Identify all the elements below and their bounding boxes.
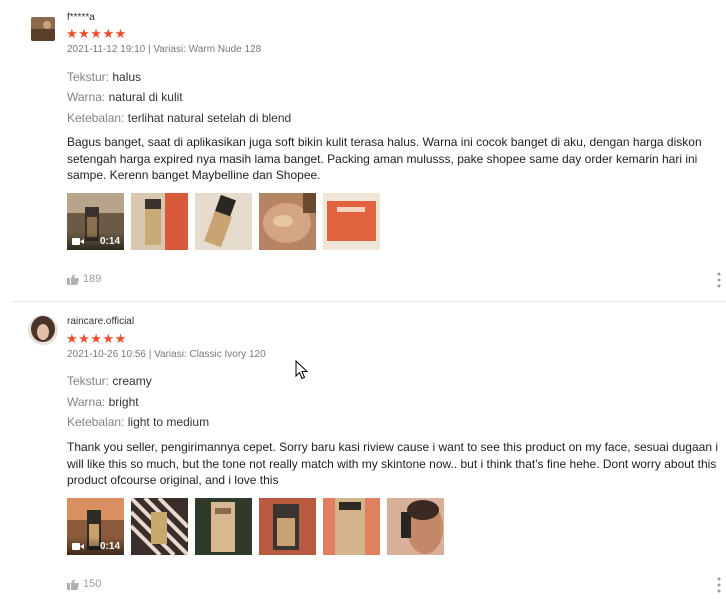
mouse-cursor-icon	[295, 360, 309, 380]
avatar[interactable]	[31, 17, 55, 41]
attr-label: Tekstur:	[67, 70, 110, 84]
image-thumbnail[interactable]	[323, 498, 380, 555]
review-media: 0:14	[67, 498, 444, 555]
image-thumbnail[interactable]	[259, 193, 316, 250]
video-camera-icon	[72, 543, 84, 550]
video-duration: 0:14	[99, 236, 120, 247]
review-comment: Thank you seller, pengirimannya cepet. S…	[67, 440, 719, 487]
thumbs-up-icon	[67, 578, 79, 590]
review-username[interactable]: raincare.official	[67, 316, 134, 327]
video-overlay: 0:14	[67, 537, 124, 555]
video-thumbnail[interactable]: 0:14	[67, 498, 124, 555]
like-button[interactable]: 150	[67, 578, 101, 590]
image-thumbnail[interactable]	[195, 193, 252, 250]
image-thumbnail[interactable]	[131, 193, 188, 250]
attr-ketebalan: Ketebalan: light to medium	[67, 415, 209, 429]
attr-label: Ketebalan:	[67, 111, 125, 125]
like-count: 189	[83, 273, 102, 285]
image-thumbnail[interactable]	[131, 498, 188, 555]
review-meta: 2021-11-12 19:10 | Variasi: Warm Nude 12…	[67, 44, 262, 55]
video-duration: 0:14	[99, 541, 120, 552]
attr-value: halus	[112, 70, 142, 84]
like-button[interactable]: 189	[67, 273, 101, 285]
image-thumbnail[interactable]	[195, 498, 252, 555]
attr-ketebalan: Ketebalan: terlihat natural setelah di b…	[67, 111, 291, 125]
review-username[interactable]: f*****a	[67, 12, 95, 23]
attr-label: Warna:	[67, 395, 106, 409]
image-thumbnail[interactable]	[387, 498, 444, 555]
attr-value: natural di kulit	[108, 90, 183, 104]
rating-stars: ★★★★★	[66, 27, 127, 40]
attr-tekstur: Tekstur: halus	[67, 70, 141, 84]
attr-tekstur: Tekstur: creamy	[67, 374, 152, 388]
attr-label: Tekstur:	[67, 374, 110, 388]
star-icon: ★★★★★	[66, 26, 127, 41]
video-camera-icon	[72, 238, 84, 245]
review-comment: Bagus banget, saat di aplikasikan juga s…	[67, 135, 702, 182]
video-thumbnail[interactable]: 0:14	[67, 193, 124, 250]
attr-warna: Warna: bright	[67, 395, 139, 409]
more-vertical-icon[interactable]	[716, 272, 722, 288]
attr-value: creamy	[112, 374, 152, 388]
attr-value: bright	[108, 395, 139, 409]
attr-label: Ketebalan:	[67, 415, 125, 429]
attr-value: terlihat natural setelah di blend	[127, 111, 292, 125]
star-icon: ★★★★★	[66, 331, 127, 346]
attr-value: light to medium	[127, 415, 210, 429]
video-overlay: 0:14	[67, 232, 124, 250]
review-meta: 2021-10-26 10:56 | Variasi: Classic Ivor…	[67, 349, 266, 360]
more-vertical-icon[interactable]	[716, 577, 722, 593]
avatar[interactable]	[28, 315, 58, 345]
review-media: 0:14	[67, 193, 380, 250]
review-divider	[12, 301, 726, 302]
thumbs-up-icon	[67, 273, 79, 285]
image-thumbnail[interactable]	[323, 193, 380, 250]
image-thumbnail[interactable]	[259, 498, 316, 555]
attr-label: Warna:	[67, 90, 106, 104]
attr-warna: Warna: natural di kulit	[67, 90, 183, 104]
like-count: 150	[83, 578, 102, 590]
rating-stars: ★★★★★	[66, 332, 127, 345]
